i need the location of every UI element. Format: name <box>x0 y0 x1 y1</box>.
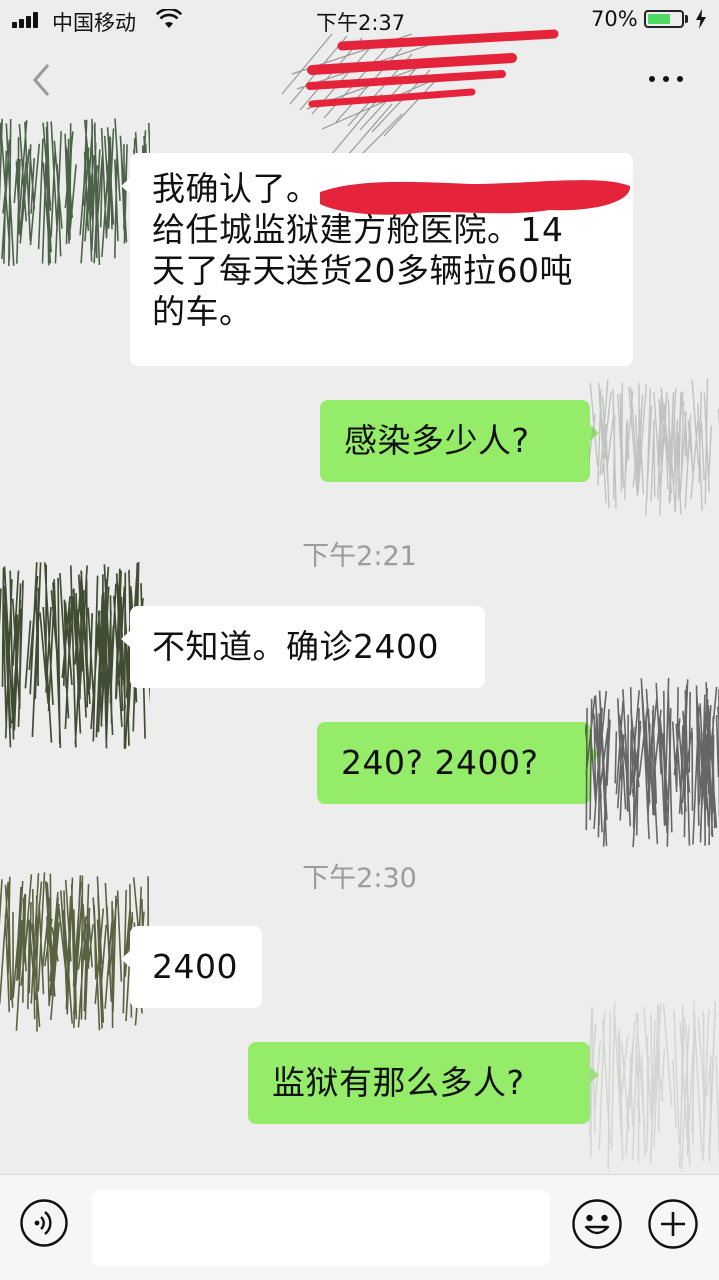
voice-icon[interactable] <box>19 1198 69 1248</box>
title-redaction-scribble <box>281 29 559 165</box>
battery-tip <box>685 15 688 23</box>
outgoing-message-bubble: 感染多少人? <box>320 400 599 482</box>
message-text: 2400 <box>152 947 238 986</box>
battery-percent: 70% <box>591 7 638 31</box>
message-text: 感染多少人? <box>344 421 530 460</box>
charging-bolt-icon <box>696 9 706 29</box>
message-text: 监狱有那么多人? <box>272 1063 525 1102</box>
signal-strength-icon <box>12 12 46 28</box>
outgoing-message-bubble: 240? 2400? <box>317 722 600 804</box>
incoming-message-bubble: 2400 <box>121 926 262 1008</box>
avatar-scribble[interactable] <box>585 678 719 848</box>
incoming-message-bubble: 不知道。确诊2400 <box>121 606 485 688</box>
chat-screen: 中国移动 下午2:37 70% 我确认了。 给任城监狱建方舱医院。14 天了每天… <box>0 0 719 1280</box>
plus-icon[interactable] <box>647 1198 699 1250</box>
battery-fill <box>648 14 670 24</box>
avatar-scribble[interactable] <box>589 1000 719 1170</box>
emoji-icon[interactable] <box>571 1198 623 1250</box>
outgoing-message-bubble: 监狱有那么多人? <box>248 1042 599 1124</box>
message-text: 240? 2400? <box>341 743 539 782</box>
avatar-scribble[interactable] <box>589 378 719 518</box>
message-input[interactable] <box>92 1190 550 1266</box>
avatar-scribble[interactable] <box>0 560 150 750</box>
wifi-icon <box>156 9 182 28</box>
battery-icon <box>644 10 684 28</box>
message-text: 不知道。确诊2400 <box>152 627 439 666</box>
carrier-name: 中国移动 <box>52 11 136 35</box>
back-chevron-icon[interactable] <box>30 62 54 98</box>
text-redaction-mark <box>320 180 631 215</box>
more-options-icon[interactable] <box>646 72 686 86</box>
